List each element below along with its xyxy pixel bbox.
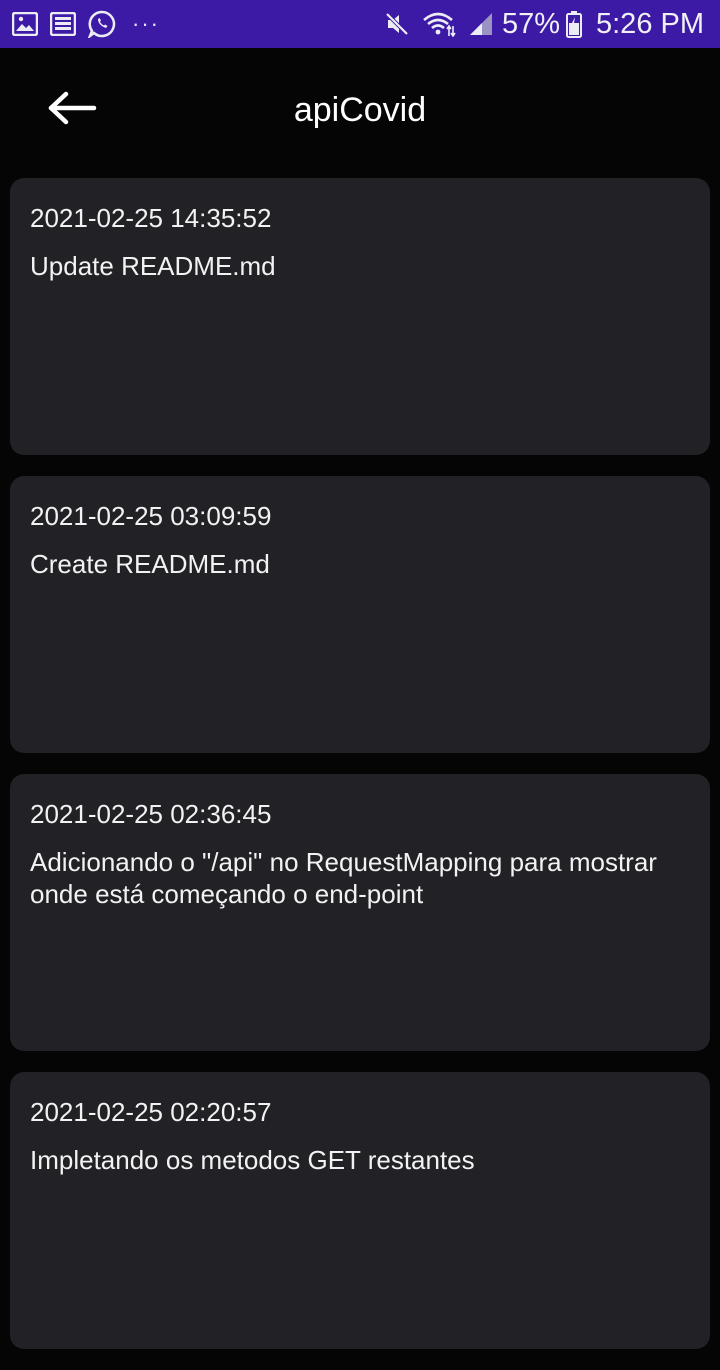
- commit-date: 2021-02-25 14:35:52: [30, 203, 272, 233]
- news-icon: [50, 12, 76, 36]
- arrow-left-icon: [47, 91, 97, 130]
- more-notifications-icon: ···: [132, 11, 160, 36]
- page-title: apiCovid: [293, 90, 427, 129]
- commit-message: Create README.md: [30, 549, 270, 579]
- signal-icon: [468, 11, 494, 37]
- status-bar-system: 57% 5:26 PM: [384, 8, 704, 41]
- commit-message: Impletando os metodos GET restantes: [30, 1145, 475, 1175]
- commit-card[interactable]: 2021-02-25 02:36:45 Adicionando o "/api"…: [10, 774, 710, 1051]
- commit-card[interactable]: 2021-02-25 02:20:57 Impletando os metodo…: [10, 1072, 710, 1349]
- battery-icon: [566, 10, 582, 38]
- commit-message: Update README.md: [30, 251, 276, 281]
- status-bar: ··· 57% 5:26 PM: [0, 0, 720, 48]
- commit-message: Adicionando o "/api" no RequestMapping p…: [30, 847, 657, 909]
- commit-date: 2021-02-25 02:20:57: [30, 1097, 272, 1127]
- whatsapp-icon: [88, 10, 116, 38]
- clock: 5:26 PM: [596, 7, 704, 40]
- mute-icon: [384, 11, 410, 37]
- app-bar: apiCovid: [0, 48, 720, 172]
- wifi-icon: [422, 11, 456, 37]
- status-bar-notifications: ···: [12, 10, 160, 38]
- commit-date: 2021-02-25 03:09:59: [30, 501, 272, 531]
- commit-card[interactable]: 2021-02-25 14:35:52 Update README.md: [10, 178, 710, 455]
- back-button[interactable]: [44, 86, 100, 134]
- battery-percent: 57%: [501, 7, 560, 40]
- commit-list: 2021-02-25 14:35:52 Update README.md 202…: [10, 178, 710, 1370]
- gallery-icon: [12, 12, 38, 36]
- commit-card[interactable]: 2021-02-25 03:09:59 Create README.md: [10, 476, 710, 753]
- commit-date: 2021-02-25 02:36:45: [30, 799, 272, 829]
